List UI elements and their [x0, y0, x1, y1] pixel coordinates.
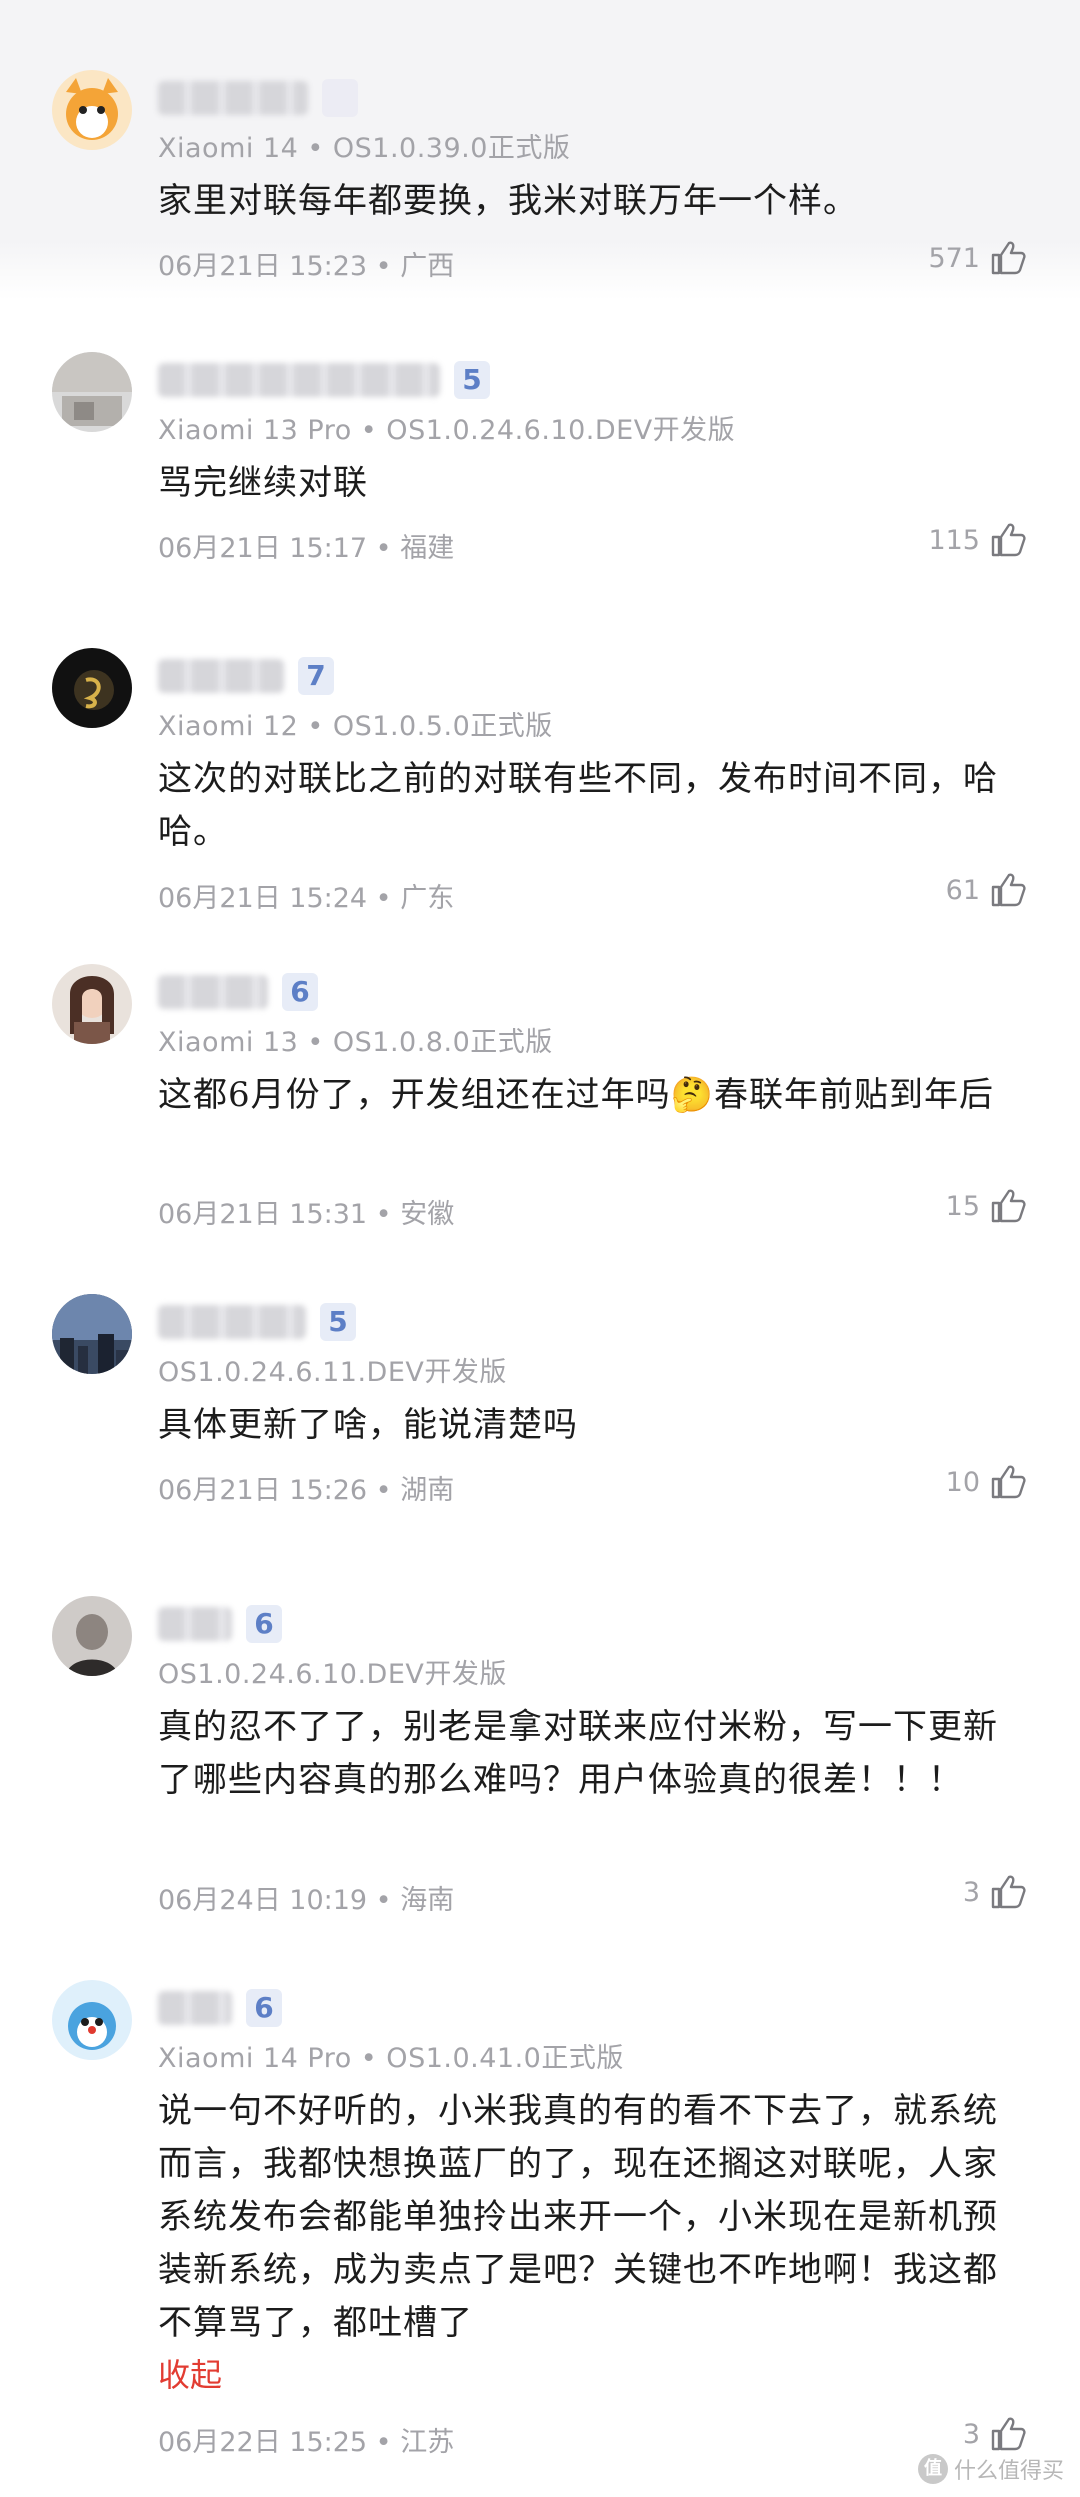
- avatar[interactable]: [52, 70, 132, 150]
- username-blurred[interactable]: [158, 81, 308, 115]
- thumb-up-icon: [991, 1465, 1026, 1499]
- username-blurred[interactable]: [158, 1991, 232, 2025]
- comment-text: 说一句不好听的，小米我真的有的看不下去了，就系统而言，我都快想换蓝厂的了，现在还…: [158, 2091, 998, 2343]
- comment-meta: 06月24日 10:19 • 海南: [158, 1885, 455, 1916]
- username-blurred[interactable]: [158, 659, 284, 693]
- username-blurred[interactable]: [158, 363, 440, 397]
- avatar[interactable]: [52, 352, 132, 432]
- like-count: 10: [945, 1466, 980, 1498]
- comment-meta: 06月21日 15:17 • 福建: [158, 533, 455, 564]
- like-count: 15: [945, 1190, 980, 1222]
- like-button[interactable]: 571: [928, 236, 1028, 280]
- avatar[interactable]: [52, 1294, 132, 1374]
- like-count: 3: [962, 1876, 980, 1908]
- thumb-up-icon: [991, 873, 1026, 907]
- username-blurred[interactable]: [158, 975, 268, 1009]
- thumb-up-icon: [991, 241, 1026, 275]
- like-button[interactable]: 3: [963, 2412, 1028, 2456]
- collapse-link[interactable]: 收起: [158, 2350, 222, 2396]
- level-badge: 5: [320, 1303, 356, 1341]
- like-count: 571: [928, 242, 980, 274]
- comment-text: 家里对联每年都要换，我米对联万年一个样。: [158, 181, 858, 221]
- comment-text: 这次的对联比之前的对联有些不同，发布时间不同，哈哈。: [158, 759, 998, 852]
- level-badge: [322, 79, 358, 117]
- device-info: Xiaomi 12 • OS1.0.5.0正式版: [158, 711, 553, 742]
- level-badge: 6: [282, 973, 318, 1011]
- comment-meta: 06月21日 15:31 • 安徽: [158, 1199, 455, 1230]
- level-badge: 5: [454, 361, 490, 399]
- comment-text: 具体更新了啥，能说清楚吗: [158, 1405, 578, 1445]
- device-info: Xiaomi 13 • OS1.0.8.0正式版: [158, 1027, 553, 1058]
- comment-meta: 06月21日 15:24 • 广东: [158, 883, 455, 914]
- device-info: OS1.0.24.6.11.DEV开发版: [158, 1357, 507, 1388]
- like-count: 3: [962, 2418, 980, 2450]
- thumb-up-icon: [991, 1189, 1026, 1223]
- comment-text: 这都6月份了，开发组还在过年吗🤔春联年前贴到年后: [158, 1075, 994, 1115]
- level-badge: 6: [246, 1989, 282, 2027]
- device-info: OS1.0.24.6.10.DEV开发版: [158, 1659, 507, 1690]
- avatar[interactable]: [52, 1980, 132, 2060]
- thumb-up-icon: [991, 1875, 1026, 1909]
- watermark-text: 什么值得买: [953, 2459, 1064, 2484]
- device-info: Xiaomi 14 • OS1.0.39.0正式版: [158, 133, 571, 164]
- like-button[interactable]: 61: [946, 868, 1028, 912]
- like-button[interactable]: 115: [928, 518, 1028, 562]
- like-button[interactable]: 15: [946, 1184, 1028, 1228]
- watermark-logo-icon: 值: [917, 2454, 948, 2484]
- username-blurred[interactable]: [158, 1305, 306, 1339]
- username-blurred[interactable]: [158, 1607, 232, 1641]
- thumb-up-icon: [991, 2417, 1026, 2451]
- device-info: Xiaomi 13 Pro • OS1.0.24.6.10.DEV开发版: [158, 415, 736, 446]
- like-count: 115: [928, 524, 980, 556]
- comment-text: 真的忍不了了，别老是拿对联来应付米粉，写一下更新了哪些内容真的那么难吗？用户体验…: [158, 1707, 998, 1800]
- comment-meta: 06月21日 15:23 • 广西: [158, 251, 455, 282]
- avatar[interactable]: [52, 964, 132, 1044]
- level-badge: 6: [246, 1605, 282, 1643]
- like-button[interactable]: 3: [963, 1870, 1028, 1914]
- comment-text: 骂完继续对联: [158, 463, 368, 503]
- like-button[interactable]: 10: [946, 1460, 1028, 1504]
- avatar[interactable]: [52, 648, 132, 728]
- watermark: 值 什么值得买: [917, 2453, 1064, 2485]
- thumb-up-icon: [991, 523, 1026, 557]
- avatar[interactable]: [52, 1596, 132, 1676]
- like-count: 61: [945, 874, 980, 906]
- level-badge: 7: [298, 657, 334, 695]
- comment-meta: 06月22日 15:25 • 江苏: [158, 2427, 455, 2458]
- comment-meta: 06月21日 15:26 • 湖南: [158, 1475, 455, 1506]
- device-info: Xiaomi 14 Pro • OS1.0.41.0正式版: [158, 2043, 624, 2074]
